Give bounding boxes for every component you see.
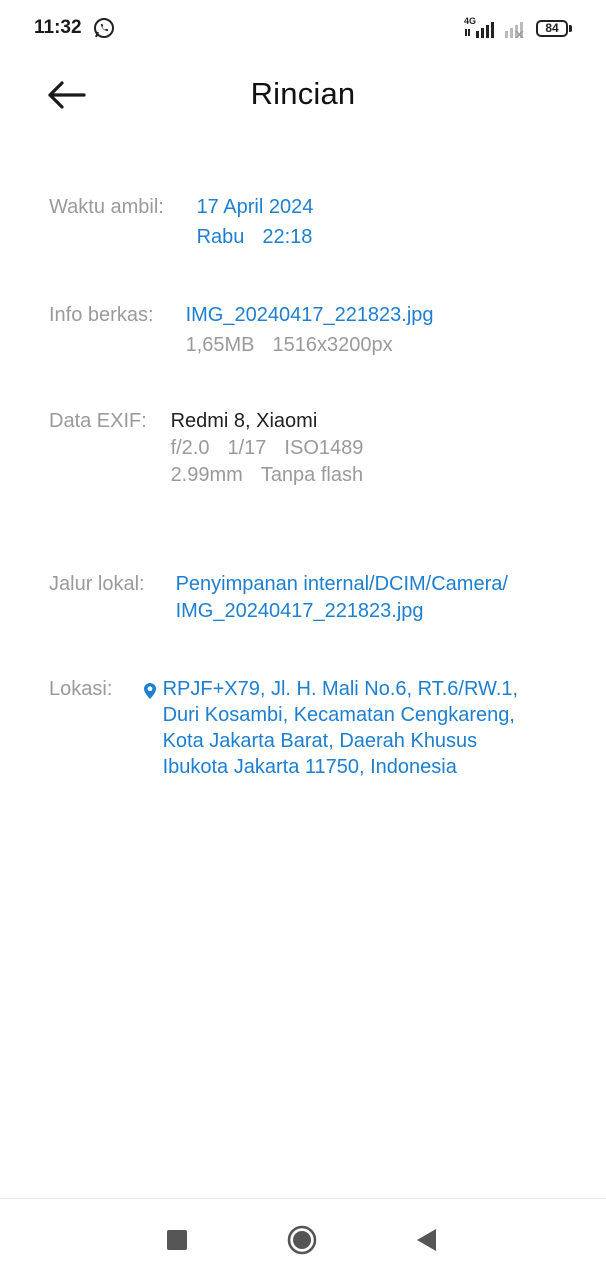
exif-label: Data EXIF: bbox=[49, 410, 147, 432]
iso-value: ISO1489 bbox=[284, 437, 364, 459]
resolution-value: 1516x3200px bbox=[272, 334, 393, 356]
signal-icon bbox=[465, 22, 494, 38]
local-path-value[interactable]: Penyimpanan internal/DCIM/Camera/ IMG_20… bbox=[176, 571, 508, 625]
day-value: Rabu bbox=[196, 226, 245, 248]
shutter-value: 1/17 bbox=[227, 437, 267, 459]
signal-icon-secondary bbox=[505, 22, 524, 38]
status-time: 11:32 bbox=[34, 17, 82, 38]
exif-value: Redmi 8, Xiaomi f/2.0 1/17 ISO1489 2.99mm T… bbox=[171, 408, 364, 489]
local-path-label: Jalur lokal: bbox=[49, 573, 145, 595]
back-icon[interactable] bbox=[414, 1227, 438, 1253]
file-size-value: 1,65MB bbox=[185, 334, 255, 356]
time-taken-value: 17 April 2024 Rabu 22:18 bbox=[197, 192, 314, 252]
location-line2: Duri Kosambi, Kecamatan Cengkareng, bbox=[162, 704, 515, 726]
location-value[interactable]: RPJF+X79, Jl. H. Mali No.6, RT.6/RW.1, D… bbox=[163, 676, 519, 780]
location-pin-icon bbox=[143, 683, 156, 699]
whatsapp-icon bbox=[94, 18, 114, 38]
file-info-value: IMG_20240417_221823.jpg 1,65MB 1516x3200p… bbox=[186, 300, 434, 360]
location-label: Lokasi: bbox=[49, 678, 113, 700]
exif-row: Data EXIF: Redmi 8, Xiaomi f/2.0 1/17 ISO1… bbox=[49, 408, 363, 489]
battery-tip bbox=[569, 25, 572, 32]
status-bar: 11:32 4G 84 bbox=[0, 0, 606, 58]
home-icon[interactable] bbox=[287, 1225, 317, 1255]
battery-level: 84 bbox=[545, 21, 559, 35]
local-path-line2: IMG_20240417_221823.jpg bbox=[175, 600, 424, 622]
header: Rincian bbox=[0, 58, 606, 138]
time-taken-row: Waktu ambil: 17 April 2024 Rabu 22:18 bbox=[49, 192, 313, 252]
local-path-line1: Penyimpanan internal/DCIM/Camera/ bbox=[175, 573, 508, 595]
device-value: Redmi 8, Xiaomi bbox=[170, 410, 318, 432]
focal-length-value: 2.99mm bbox=[170, 464, 243, 486]
aperture-value: f/2.0 bbox=[170, 437, 210, 459]
file-info-row: Info berkas: IMG_20240417_221823.jpg 1,6… bbox=[49, 300, 434, 360]
file-info-label: Info berkas: bbox=[49, 304, 154, 326]
location-line3: Kota Jakarta Barat, Daerah Khusus bbox=[162, 730, 478, 752]
flash-value: Tanpa flash bbox=[260, 464, 364, 486]
time-taken-label: Waktu ambil: bbox=[49, 196, 164, 218]
local-path-row: Jalur lokal: Penyimpanan internal/DCIM/C… bbox=[49, 571, 508, 625]
time-value: 22:18 bbox=[262, 226, 313, 248]
battery-icon: 84 bbox=[536, 20, 568, 37]
recent-apps-icon[interactable] bbox=[167, 1230, 187, 1250]
navigation-bar bbox=[0, 1199, 606, 1280]
arrow-left-icon[interactable] bbox=[44, 76, 90, 114]
location-line1: RPJF+X79, Jl. H. Mali No.6, RT.6/RW.1, bbox=[162, 678, 519, 700]
filename-value[interactable]: IMG_20240417_221823.jpg bbox=[186, 304, 434, 326]
location-row: Lokasi: RPJF+X79, Jl. H. Mali No.6, RT.6… bbox=[49, 676, 518, 780]
location-line4: Ibukota Jakarta 11750, Indonesia bbox=[162, 756, 457, 778]
date-value: 17 April 2024 bbox=[196, 196, 314, 218]
page-title: Rincian bbox=[250, 76, 356, 111]
